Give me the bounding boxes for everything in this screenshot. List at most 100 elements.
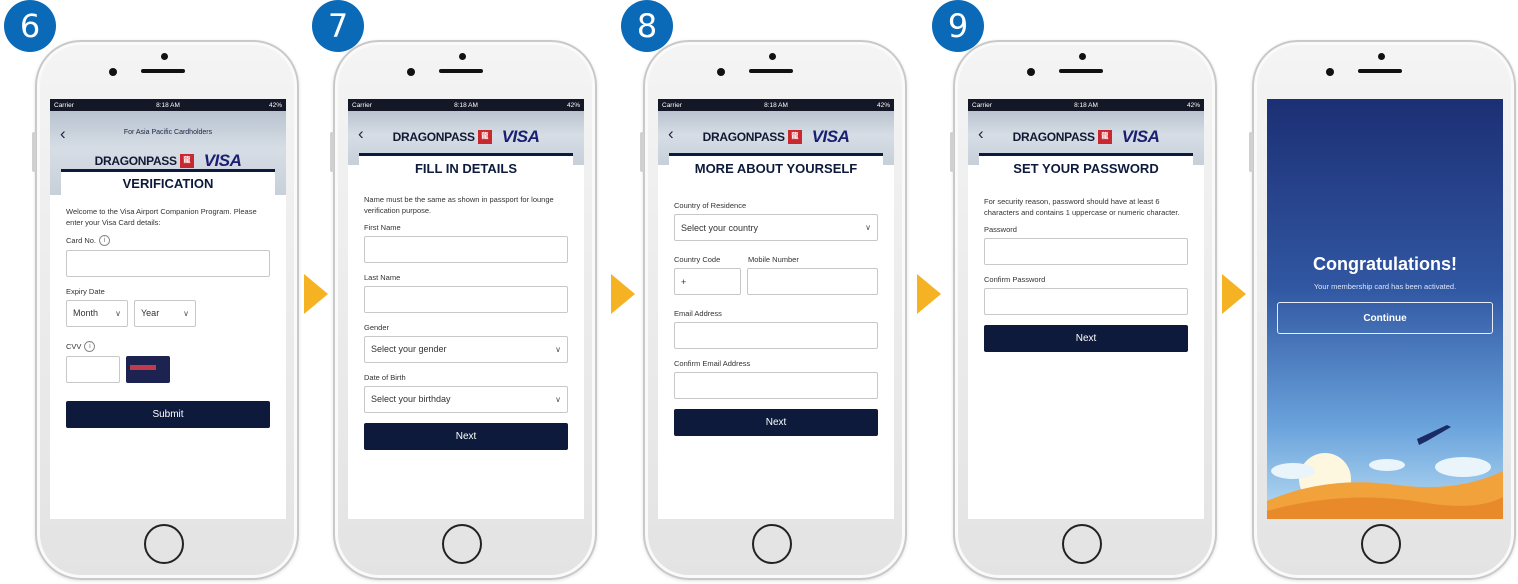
dragonpass-mark-icon: 龍: [477, 130, 492, 144]
header-subtitle: For Asia Pacific Cardholders: [123, 129, 213, 136]
battery-label: 42%: [1186, 101, 1200, 109]
phone-fill-details: Carrier 8:18 AM 42% ‹ DRAGONPASS 龍 VISA F…: [330, 40, 597, 580]
next-arrow-icon: [611, 274, 635, 314]
page-title: SET YOUR PASSWORD: [979, 153, 1193, 181]
first-name-input[interactable]: [364, 235, 568, 263]
last-name-input[interactable]: [364, 285, 568, 313]
phone-verification: Carrier 8:18 AM 42% ‹ For Asia Pacific C…: [32, 40, 299, 580]
visa-logo: VISA: [203, 151, 242, 170]
phone-about-yourself: Carrier 8:18 AM 42% ‹ DRAGONPASS 龍 VISA M…: [640, 40, 907, 580]
brand-logos: DRAGONPASS 龍 VISA: [348, 127, 584, 147]
header: ‹ For Asia Pacific Cardholders DRAGONPAS…: [50, 111, 286, 195]
mobile-input[interactable]: [747, 268, 878, 295]
step-badge-6: 6: [4, 0, 56, 52]
carrier-label: Carrier: [352, 101, 372, 109]
last-name-label: Last Name: [364, 272, 401, 282]
screen: Carrier 8:18 AM 42% ‹ DRAGONPASS 龍 VISA S…: [968, 99, 1204, 519]
screen: Congratulations! Your membership card ha…: [1267, 99, 1503, 519]
country-select[interactable]: Select your country ∨: [674, 214, 878, 241]
visa-logo: VISA: [501, 127, 540, 146]
carrier-label: Carrier: [972, 101, 992, 109]
visa-logo: VISA: [811, 127, 850, 146]
month-select[interactable]: Month ∨: [66, 299, 128, 327]
dragonpass-logo: DRAGONPASS 龍: [95, 154, 194, 168]
next-button[interactable]: Next: [674, 409, 878, 436]
congrats-background: Congratulations! Your membership card ha…: [1267, 99, 1503, 519]
cvv-input[interactable]: [66, 355, 120, 383]
info-icon[interactable]: i: [99, 234, 111, 246]
phone-labels-row: Country Code Mobile Number: [674, 251, 878, 268]
description: Name must be the same as shown in passpo…: [364, 195, 554, 215]
status-bar: Carrier 8:18 AM 42%: [50, 99, 286, 111]
home-button[interactable]: [442, 524, 482, 564]
card-number-input[interactable]: [66, 249, 270, 277]
congrats-message: Your membership card has been activated.: [1313, 282, 1457, 291]
clock: 8:18 AM: [1074, 101, 1098, 109]
next-arrow-icon: [917, 274, 941, 314]
title-bar: FILL IN DETAILS: [348, 153, 584, 193]
description: For security reason, password should hav…: [984, 197, 1180, 217]
speaker-grill: [749, 69, 793, 73]
country-code-input[interactable]: +: [674, 268, 741, 295]
onboarding-flow: 6 7 8 9 Carrier 8:18 AM 42% ‹ For Asia P…: [0, 0, 1518, 584]
submit-button[interactable]: Submit: [66, 400, 270, 428]
email-label: Email Address: [674, 309, 722, 318]
dragonpass-mark-icon: 龍: [787, 130, 802, 144]
confirm-password-input[interactable]: [984, 287, 1188, 315]
phone-congratulations: Congratulations! Your membership card ha…: [1249, 40, 1516, 580]
screen: Carrier 8:18 AM 42% ‹ For Asia Pacific C…: [50, 99, 286, 519]
password-input[interactable]: [984, 237, 1188, 265]
sensor-dot: [161, 53, 168, 60]
dragonpass-text: DRAGONPASS: [94, 154, 177, 168]
password-label: Password: [984, 224, 1017, 234]
form: Name must be the same as shown in passpo…: [348, 193, 584, 450]
clock: 8:18 AM: [454, 101, 478, 109]
continue-button[interactable]: Continue: [1277, 302, 1493, 334]
info-icon[interactable]: i: [84, 340, 96, 352]
gender-label: Gender: [364, 322, 390, 332]
year-select[interactable]: Year ∨: [134, 299, 196, 327]
page-title: MORE ABOUT YOURSELF: [669, 153, 883, 181]
country-code-value: +: [681, 276, 687, 287]
brand-logos: DRAGONPASS 龍 VISA: [50, 151, 286, 171]
dragonpass-logo: DRAGONPASS 龍: [703, 130, 802, 144]
form: Welcome to the Visa Airport Companion Pr…: [50, 195, 286, 428]
gender-select[interactable]: Select your gender ∨: [364, 335, 568, 363]
speaker-grill: [1358, 69, 1402, 73]
battery-label: 42%: [268, 101, 282, 109]
mobile-label: Mobile Number: [748, 255, 799, 264]
congrats-title: Congratulations!: [1313, 254, 1457, 274]
card-number-label: Card No. i: [66, 234, 270, 246]
dragonpass-text: DRAGONPASS: [1012, 130, 1095, 144]
dob-select[interactable]: Select your birthday ∨: [364, 385, 568, 413]
next-button[interactable]: Next: [984, 324, 1188, 352]
cvv-row: [66, 355, 270, 393]
sensor-dot: [459, 53, 466, 60]
home-button[interactable]: [144, 524, 184, 564]
landscape-illustration: [1267, 425, 1503, 519]
next-arrow-icon: [304, 274, 328, 314]
home-button[interactable]: [1361, 524, 1401, 564]
dob-value: Select your birthday: [371, 394, 451, 405]
email-input[interactable]: [674, 322, 878, 349]
next-button[interactable]: Next: [364, 422, 568, 450]
camera-icon: [1326, 68, 1334, 76]
title-bar: MORE ABOUT YOURSELF: [658, 153, 894, 193]
gender-value: Select your gender: [371, 344, 447, 355]
country-label: Country of Residence: [674, 201, 747, 210]
title-bar: SET YOUR PASSWORD: [968, 153, 1204, 193]
card-number-text: Card No.: [66, 235, 97, 245]
step-badge-8: 8: [621, 0, 673, 52]
clock: 8:18 AM: [156, 101, 180, 109]
sensor-dot: [1378, 53, 1385, 60]
phone-inputs-row: +: [674, 268, 878, 305]
home-button[interactable]: [1062, 524, 1102, 564]
camera-icon: [717, 68, 725, 76]
home-button[interactable]: [752, 524, 792, 564]
description: Welcome to the Visa Airport Companion Pr…: [66, 207, 257, 227]
camera-icon: [109, 68, 117, 76]
confirm-email-input[interactable]: [674, 372, 878, 399]
screen: Carrier 8:18 AM 42% ‹ DRAGONPASS 龍 VISA M…: [658, 99, 894, 519]
dragonpass-logo: DRAGONPASS 龍: [1013, 130, 1112, 144]
first-name-label: First Name: [364, 222, 401, 232]
